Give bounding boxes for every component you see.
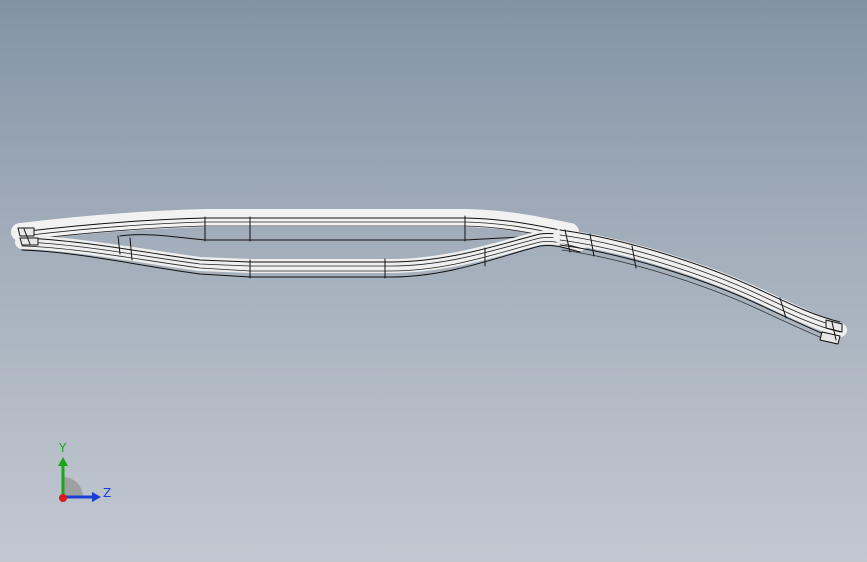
view-orientation-triad: Y Z bbox=[50, 440, 120, 510]
x-axis-dot bbox=[59, 494, 67, 502]
triad-plane-quadrant bbox=[63, 477, 83, 497]
axis-y-label: Y bbox=[59, 441, 67, 455]
upper-tube bbox=[11, 209, 579, 241]
axis-z-label: Z bbox=[103, 486, 112, 500]
graphics-viewport[interactable]: Y Z bbox=[0, 0, 867, 562]
right-arm bbox=[553, 229, 847, 337]
tube-frame-model[interactable] bbox=[0, 0, 867, 562]
